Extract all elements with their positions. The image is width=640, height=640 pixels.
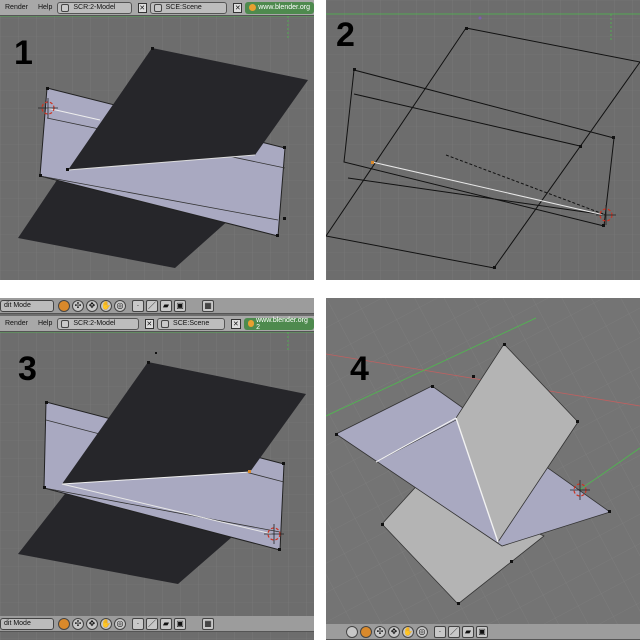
transform-widget-icon[interactable]: ✥	[86, 617, 98, 630]
render-icon[interactable]: ▦	[202, 617, 214, 630]
menu-render[interactable]: Render	[0, 4, 33, 11]
close-icon[interactable]: ✕	[233, 2, 243, 13]
viewport-panel-3[interactable]: dit Mode ✣ ✥ ✋ ◎ · ／ ▰ ▣ ▦ Render Help S…	[0, 298, 314, 640]
viewport-4-canvas[interactable]	[326, 298, 640, 640]
snap-icon[interactable]: ◎	[114, 617, 126, 630]
screen-label: SCR:2-Model	[73, 320, 116, 327]
viewport-panel-1[interactable]: Render Help SCR:2-Model ✕ SCE:Scene ✕ ww…	[0, 0, 314, 280]
close-icon[interactable]: ✕	[231, 318, 241, 329]
viewport-2-canvas[interactable]	[326, 0, 640, 280]
draw-mode-icon[interactable]	[58, 299, 70, 312]
render-icon[interactable]: ▦	[202, 299, 214, 312]
panel-number-1: 1	[14, 34, 33, 72]
blender-logo-icon	[247, 320, 255, 327]
transform-widget-icon[interactable]: ✥	[86, 299, 98, 312]
draw-mode-icon[interactable]	[58, 617, 70, 630]
url-text: www.blender.org 2	[256, 316, 308, 331]
screen-browse-icon[interactable]	[61, 319, 70, 328]
scene-browse-icon[interactable]	[161, 319, 170, 328]
menu-help[interactable]: Help	[33, 320, 57, 327]
viewport-panel-4[interactable]: ✣ ✥ ✋ ◎ · ／ ▰ ▣ 4	[326, 298, 640, 640]
scene-browse-icon[interactable]	[153, 3, 162, 12]
panel-number-3: 3	[18, 350, 37, 388]
face-select-icon[interactable]: ▰	[462, 625, 474, 638]
viewport-panel-2[interactable]: 2	[326, 0, 640, 280]
edit-toolbar-bottom: ✣ ✥ ✋ ◎ · ／ ▰ ▣	[326, 624, 640, 640]
panel-number-4: 4	[350, 350, 369, 388]
pivot-icon[interactable]: ✣	[374, 625, 386, 638]
scene-label: SCE:Scene	[165, 4, 202, 11]
pivot-icon[interactable]: ✣	[72, 299, 84, 312]
url-text: www.blender.org	[258, 4, 311, 11]
viewport-1-canvas[interactable]	[0, 0, 314, 280]
blender-logo-icon	[249, 4, 257, 11]
hand-icon[interactable]: ✋	[402, 625, 414, 638]
edge-select-icon[interactable]: ／	[448, 625, 460, 638]
vertex-select-icon[interactable]: ·	[132, 299, 144, 312]
transform-widget-icon[interactable]: ✥	[388, 625, 400, 638]
blender-url-badge[interactable]: www.blender.org	[245, 1, 314, 14]
snap-icon[interactable]: ◎	[416, 625, 428, 638]
edit-toolbar-top: dit Mode ✣ ✥ ✋ ◎ · ／ ▰ ▣ ▦	[0, 298, 314, 314]
vertex-select-icon[interactable]: ·	[434, 625, 446, 638]
snap-icon[interactable]: ◎	[114, 299, 126, 312]
window-header-bar: Render Help SCR:2-Model ✕ SCE:Scene ✕ ww…	[0, 316, 314, 332]
window-header-bar: Render Help SCR:2-Model ✕ SCE:Scene ✕ ww…	[0, 0, 314, 16]
edge-select-icon[interactable]: ／	[146, 617, 158, 630]
mode-label: dit Mode	[4, 302, 31, 309]
close-icon[interactable]: ✕	[144, 318, 155, 329]
close-icon[interactable]: ✕	[137, 2, 147, 13]
panel-number-2: 2	[336, 16, 355, 54]
face-select-icon[interactable]: ▰	[160, 299, 172, 312]
occlude-icon[interactable]: ▣	[174, 617, 186, 630]
vertex-select-icon[interactable]: ·	[132, 617, 144, 630]
screen-browse-icon[interactable]	[61, 3, 70, 12]
mode-select[interactable]: dit Mode	[0, 299, 54, 312]
draw-mode-icon[interactable]	[346, 625, 358, 638]
blender-url-badge[interactable]: www.blender.org 2	[243, 316, 314, 331]
occlude-icon[interactable]: ▣	[476, 625, 488, 638]
mode-select[interactable]: dit Mode	[0, 617, 54, 630]
pivot-icon[interactable]: ✣	[72, 617, 84, 630]
screen-selector[interactable]: SCR:2-Model	[57, 317, 139, 330]
viewport-3-canvas[interactable]	[0, 332, 314, 640]
edge-select-icon[interactable]: ／	[146, 299, 158, 312]
screen-selector[interactable]: SCR:2-Model	[57, 1, 132, 14]
mode-label: dit Mode	[4, 620, 31, 627]
face-select-icon[interactable]: ▰	[160, 617, 172, 630]
hand-icon[interactable]: ✋	[100, 299, 112, 312]
hand-icon[interactable]: ✋	[100, 617, 112, 630]
shading-icon[interactable]	[360, 625, 372, 638]
menu-render[interactable]: Render	[0, 320, 33, 327]
menu-help[interactable]: Help	[33, 4, 57, 11]
edit-toolbar-bottom: dit Mode ✣ ✥ ✋ ◎ · ／ ▰ ▣ ▦	[0, 616, 314, 632]
scene-label: SCE:Scene	[173, 320, 210, 327]
occlude-icon[interactable]: ▣	[174, 299, 186, 312]
screen-label: SCR:2-Model	[73, 4, 116, 11]
scene-selector[interactable]: SCE:Scene	[157, 317, 226, 330]
scene-selector[interactable]: SCE:Scene	[149, 1, 228, 14]
